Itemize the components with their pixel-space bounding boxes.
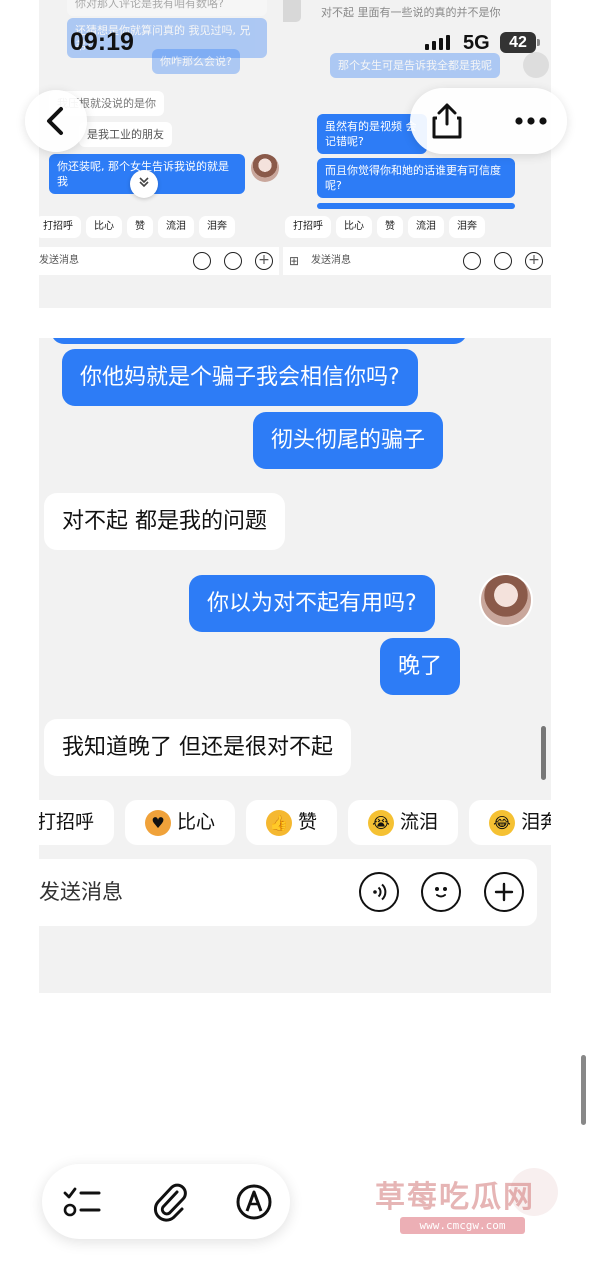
- more-button[interactable]: [506, 96, 556, 146]
- voice-button[interactable]: [359, 872, 399, 912]
- emoji-icon[interactable]: [224, 252, 242, 270]
- emoji-icon: [435, 887, 447, 898]
- quick-reply-heart[interactable]: ♥ 比心: [125, 800, 236, 845]
- message-out: 彻头彻尾的骗子: [253, 412, 444, 469]
- message-input[interactable]: 发送消息 +: [39, 247, 279, 275]
- quick-reply-bar: 打招呼 比心 赞 流泪 泪奔: [285, 216, 485, 238]
- checklist-button[interactable]: [58, 1178, 106, 1226]
- quick-reply-chip[interactable]: 流泪: [408, 216, 444, 238]
- top-actions: [410, 88, 567, 154]
- message-out: [317, 203, 515, 209]
- quick-reply-chip[interactable]: 比心: [336, 216, 372, 238]
- crying-face-icon: 😭: [368, 809, 395, 836]
- watermark-url: www.cmcgw.com: [400, 1217, 525, 1234]
- signal-icon: [425, 35, 450, 50]
- back-button[interactable]: [25, 90, 87, 152]
- message-in: 对不起 都是我的问题: [44, 493, 285, 550]
- quick-reply-label: 赞: [298, 811, 318, 833]
- quick-reply-label: 打招呼: [39, 811, 95, 833]
- quick-reply-bar: 打招呼 ♥ 比心 👍 赞 😭 流泪 😂 泪奔: [39, 800, 551, 845]
- quick-reply-chip[interactable]: 赞: [377, 216, 403, 238]
- heart-hands-icon: ♥: [145, 809, 172, 836]
- battery-level: 42: [509, 34, 527, 51]
- quick-reply-sob[interactable]: 😂 泪奔: [469, 800, 551, 845]
- markup-button[interactable]: [230, 1178, 278, 1226]
- battery-icon: 42: [500, 32, 540, 53]
- emoji-icon[interactable]: [494, 252, 512, 270]
- bottom-toolbar: [42, 1164, 290, 1239]
- quick-reply-chip[interactable]: 打招呼: [39, 216, 81, 238]
- avatar: [479, 573, 533, 627]
- message-out: 你他妈就是个骗子我会相信你吗?: [62, 349, 418, 406]
- voice-icon[interactable]: [463, 252, 481, 270]
- message-out-partial: [51, 338, 467, 344]
- scrollbar[interactable]: [541, 726, 546, 780]
- quick-reply-chip[interactable]: 打招呼: [285, 216, 331, 238]
- pen-tip-icon: [236, 1184, 272, 1220]
- status-bar: 09:19 5G 42: [0, 0, 590, 84]
- chevron-double-down-icon: [139, 177, 149, 188]
- message-input-placeholder: 发送消息: [311, 255, 351, 266]
- chevron-left-icon: [47, 107, 63, 135]
- message-out: 晚了: [380, 638, 461, 695]
- message-out: 你以为对不起有用吗?: [189, 575, 435, 632]
- quick-reply-label: 比心: [177, 811, 216, 833]
- message-input[interactable]: 发送消息: [39, 859, 537, 926]
- screenshot-2: 你他妈就是个骗子我会相信你吗? 彻头彻尾的骗子 对不起 都是我的问题 你以为对不…: [39, 338, 551, 993]
- voice-icon[interactable]: [193, 252, 211, 270]
- quick-reply-greet[interactable]: 打招呼: [39, 800, 115, 845]
- message-in: 是我工业的朋友: [79, 122, 172, 147]
- message-input-placeholder: 发送消息: [39, 880, 123, 904]
- plus-icon: [494, 882, 514, 902]
- page-scrollbar[interactable]: [581, 1055, 586, 1125]
- apps-icon[interactable]: ⊞: [289, 254, 299, 268]
- checklist-icon: [63, 1187, 101, 1217]
- message-input-placeholder: 发送消息: [39, 255, 79, 266]
- quick-reply-chip[interactable]: 泪奔: [449, 216, 485, 238]
- quick-reply-like[interactable]: 👍 赞: [246, 800, 338, 845]
- quick-reply-chip[interactable]: 赞: [127, 216, 153, 238]
- attachment-button[interactable]: [146, 1178, 194, 1226]
- quick-reply-chip[interactable]: 泪奔: [199, 216, 235, 238]
- voice-icon: [373, 883, 387, 901]
- plus-icon[interactable]: +: [255, 252, 273, 270]
- share-button[interactable]: [422, 96, 472, 146]
- quick-reply-tears[interactable]: 😭 流泪: [348, 800, 459, 845]
- quick-reply-chip[interactable]: 比心: [86, 216, 122, 238]
- quick-reply-bar: 打招呼 比心 赞 流泪 泪奔: [39, 216, 235, 238]
- status-time: 09:19: [70, 28, 134, 56]
- scroll-down-button[interactable]: [130, 170, 158, 198]
- plus-button[interactable]: [484, 872, 524, 912]
- paperclip-icon: [153, 1183, 187, 1222]
- message-out: 而且你觉得你和她的话谁更有可信度呢?: [317, 158, 515, 198]
- message-input[interactable]: ⊞ 发送消息 +: [283, 247, 551, 275]
- thumbs-up-icon: 👍: [266, 809, 293, 836]
- sobbing-face-icon: 😂: [489, 809, 516, 836]
- quick-reply-chip[interactable]: 流泪: [158, 216, 194, 238]
- more-icon: [515, 117, 547, 125]
- plus-icon[interactable]: +: [525, 252, 543, 270]
- message-in: 我知道晚了 但还是很对不起: [44, 719, 351, 776]
- watermark-title: 草莓吃瓜网: [375, 1180, 535, 1215]
- network-type: 5G: [463, 32, 490, 54]
- quick-reply-label: 流泪: [400, 811, 439, 833]
- avatar: [251, 154, 279, 182]
- emoji-button[interactable]: [421, 872, 461, 912]
- share-icon: [432, 103, 462, 139]
- quick-reply-label: 泪奔: [521, 811, 551, 833]
